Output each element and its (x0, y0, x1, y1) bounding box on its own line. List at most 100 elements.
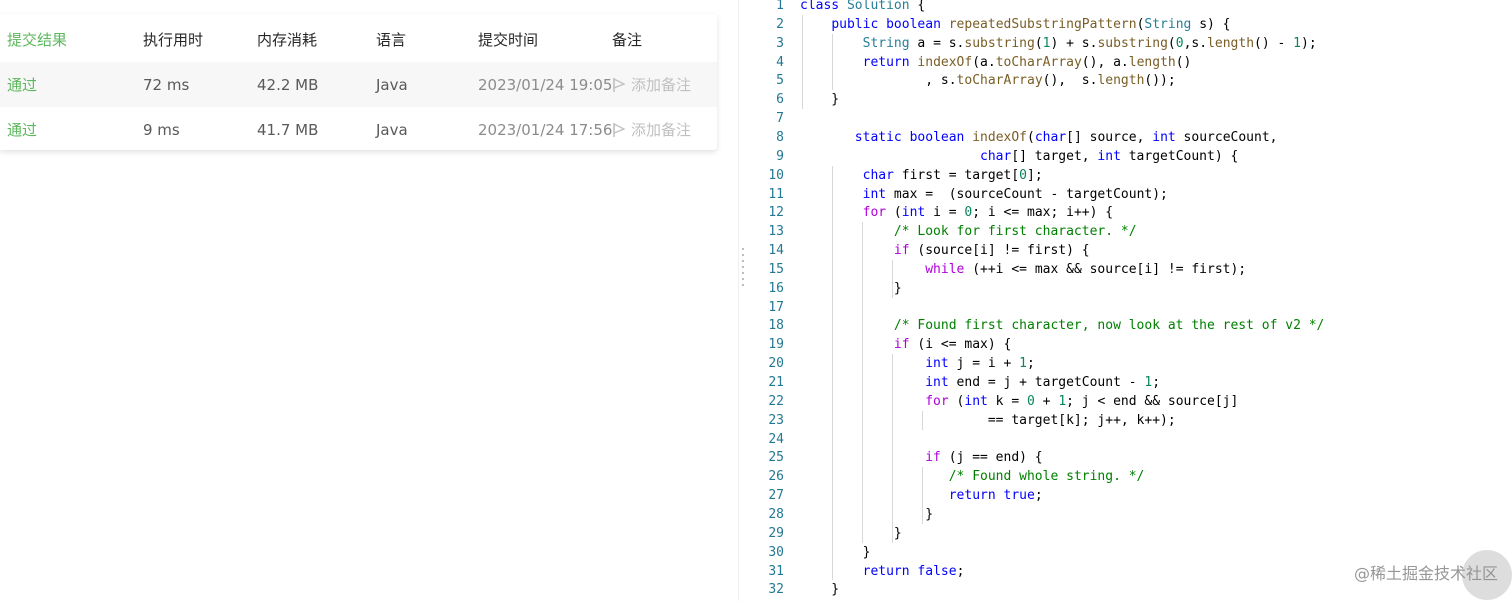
code-line[interactable]: 30 } (750, 543, 1512, 562)
line-number: 19 (768, 337, 784, 353)
code-text: static boolean indexOf(char[] source, in… (854, 129, 1278, 145)
indent-guide (802, 14, 803, 110)
code-line[interactable]: 15 while (++i <= max && source[i] != fir… (750, 260, 1512, 279)
code-text: int j = i + 1; (925, 356, 1035, 372)
code-line[interactable]: 13 /* Look for first character. */ (750, 222, 1512, 241)
code-line[interactable]: 18 /* Found first character, now look at… (750, 316, 1512, 335)
line-number: 11 (768, 186, 784, 202)
code-text: if (source[i] != first) { (893, 243, 1090, 259)
add-note-label: 添加备注 (631, 76, 692, 94)
submit-time-value: 2023/01/24 19:05 (478, 75, 613, 94)
line-number: 6 (776, 92, 784, 108)
code-text: for (int k = 0 + 1; j < end && source[j] (925, 393, 1239, 409)
code-line[interactable]: 7 (750, 109, 1512, 128)
line-number: 29 (768, 525, 784, 541)
code-line[interactable]: 6 } (750, 90, 1512, 109)
line-number: 23 (768, 412, 784, 428)
indent-guide (832, 165, 833, 581)
line-number: 18 (768, 318, 784, 334)
line-number: 13 (768, 224, 784, 240)
code-line[interactable]: 16 } (750, 279, 1512, 298)
code-line[interactable]: 11 int max = (sourceCount - targetCount)… (750, 185, 1512, 204)
table-row[interactable]: 通过 9 ms 41.7 MB Java 2023/01/24 17:56 添加… (0, 107, 717, 150)
code-text: return indexOf(a.toCharArray(), a.length… (862, 54, 1192, 70)
code-line[interactable]: 17 (750, 298, 1512, 317)
line-number: 15 (768, 261, 784, 277)
line-number: 31 (768, 563, 784, 579)
code-line[interactable]: 19 if (i <= max) { (750, 335, 1512, 354)
line-number: 30 (768, 544, 784, 560)
header-runtime: 执行用时 (143, 30, 204, 49)
code-text: } (800, 92, 840, 108)
submissions-table: 提交结果 执行用时 内存消耗 语言 提交时间 备注 通过 72 ms 42.2 … (0, 14, 717, 150)
code-line[interactable]: 3 String a = s.substring(1) + s.substrin… (750, 34, 1512, 53)
code-text: } (800, 506, 934, 522)
code-text: } (800, 582, 840, 598)
code-line[interactable]: 4 return indexOf(a.toCharArray(), a.leng… (750, 53, 1512, 72)
add-note-label: 添加备注 (631, 121, 692, 139)
code-text: int max = (sourceCount - targetCount); (862, 186, 1168, 202)
code-text: /* Found first character, now look at th… (893, 318, 1325, 334)
memory-value: 41.7 MB (257, 120, 319, 139)
code-text: } (800, 544, 871, 560)
line-number: 25 (768, 450, 784, 466)
runtime-value: 9 ms (143, 120, 180, 139)
indent-guide (922, 467, 923, 524)
line-number: 10 (768, 167, 784, 183)
add-note-button[interactable]: 添加备注 (612, 62, 691, 107)
line-number: 3 (776, 35, 784, 51)
line-number: 28 (768, 506, 784, 522)
header-submit-time: 提交时间 (478, 30, 539, 49)
code-line[interactable]: 22 for (int k = 0 + 1; j < end && source… (750, 392, 1512, 411)
add-note-button[interactable]: 添加备注 (612, 107, 691, 150)
header-memory: 内存消耗 (257, 30, 318, 49)
code-line[interactable]: 23 == target[k]; j++, k++); (750, 411, 1512, 430)
line-number: 20 (768, 356, 784, 372)
line-number: 26 (768, 469, 784, 485)
code-editor[interactable]: 1 class Solution {2 public boolean repeat… (750, 0, 1512, 601)
line-number: 16 (768, 280, 784, 296)
line-number: 8 (776, 129, 784, 145)
line-number: 7 (776, 111, 784, 127)
code-line[interactable]: 26 /* Found whole string. */ (750, 467, 1512, 486)
code-line[interactable]: 20 int j = i + 1; (750, 354, 1512, 373)
code-line[interactable]: 14 if (source[i] != first) { (750, 241, 1512, 260)
indent-guide (832, 33, 833, 91)
line-number: 27 (768, 488, 784, 504)
code-line[interactable]: 28 } (750, 505, 1512, 524)
code-line[interactable]: 5 , s.toCharArray(), s.length()); (750, 71, 1512, 90)
header-note: 备注 (612, 30, 643, 49)
table-row[interactable]: 通过 72 ms 42.2 MB Java 2023/01/24 19:05 添… (0, 62, 717, 107)
line-number: 14 (768, 243, 784, 259)
code-text: while (++i <= max && source[i] != first)… (925, 261, 1247, 277)
flag-icon (613, 77, 626, 92)
code-text: } (800, 525, 902, 541)
code-line[interactable]: 1 class Solution { (750, 0, 1512, 15)
status-link[interactable]: 通过 (7, 62, 37, 107)
code-text: == target[k]; j++, k++); (800, 412, 1176, 428)
code-line[interactable]: 8 static boolean indexOf(char[] source, … (750, 128, 1512, 147)
code-line[interactable]: 21 int end = j + targetCount - 1; (750, 373, 1512, 392)
code-text: } (800, 280, 902, 296)
memory-value: 42.2 MB (257, 75, 319, 94)
status-link[interactable]: 通过 (7, 107, 37, 150)
code-line[interactable]: 10 char first = target[0]; (750, 166, 1512, 185)
line-number: 22 (768, 393, 784, 409)
code-line[interactable]: 25 if (j == end) { (750, 448, 1512, 467)
code-text: , s.toCharArray(), s.length()); (800, 73, 1176, 89)
resize-handle[interactable] (742, 248, 745, 294)
line-number: 4 (776, 54, 784, 70)
indent-guide (892, 354, 893, 543)
code-line[interactable]: 9 char[] target, int targetCount) { (750, 147, 1512, 166)
language-value: Java (376, 120, 408, 139)
code-line[interactable]: 2 public boolean repeatedSubstringPatter… (750, 15, 1512, 34)
table-header: 提交结果 执行用时 内存消耗 语言 提交时间 备注 (0, 16, 717, 62)
code-line[interactable]: 29 } (750, 524, 1512, 543)
runtime-value: 72 ms (143, 75, 190, 94)
code-line[interactable]: 12 for (int i = 0; i <= max; i++) { (750, 203, 1512, 222)
code-line[interactable]: 27 return true; (750, 486, 1512, 505)
code-line[interactable]: 24 (750, 430, 1512, 449)
line-number: 24 (768, 431, 784, 447)
language-value: Java (376, 75, 408, 94)
line-number: 9 (776, 148, 784, 164)
